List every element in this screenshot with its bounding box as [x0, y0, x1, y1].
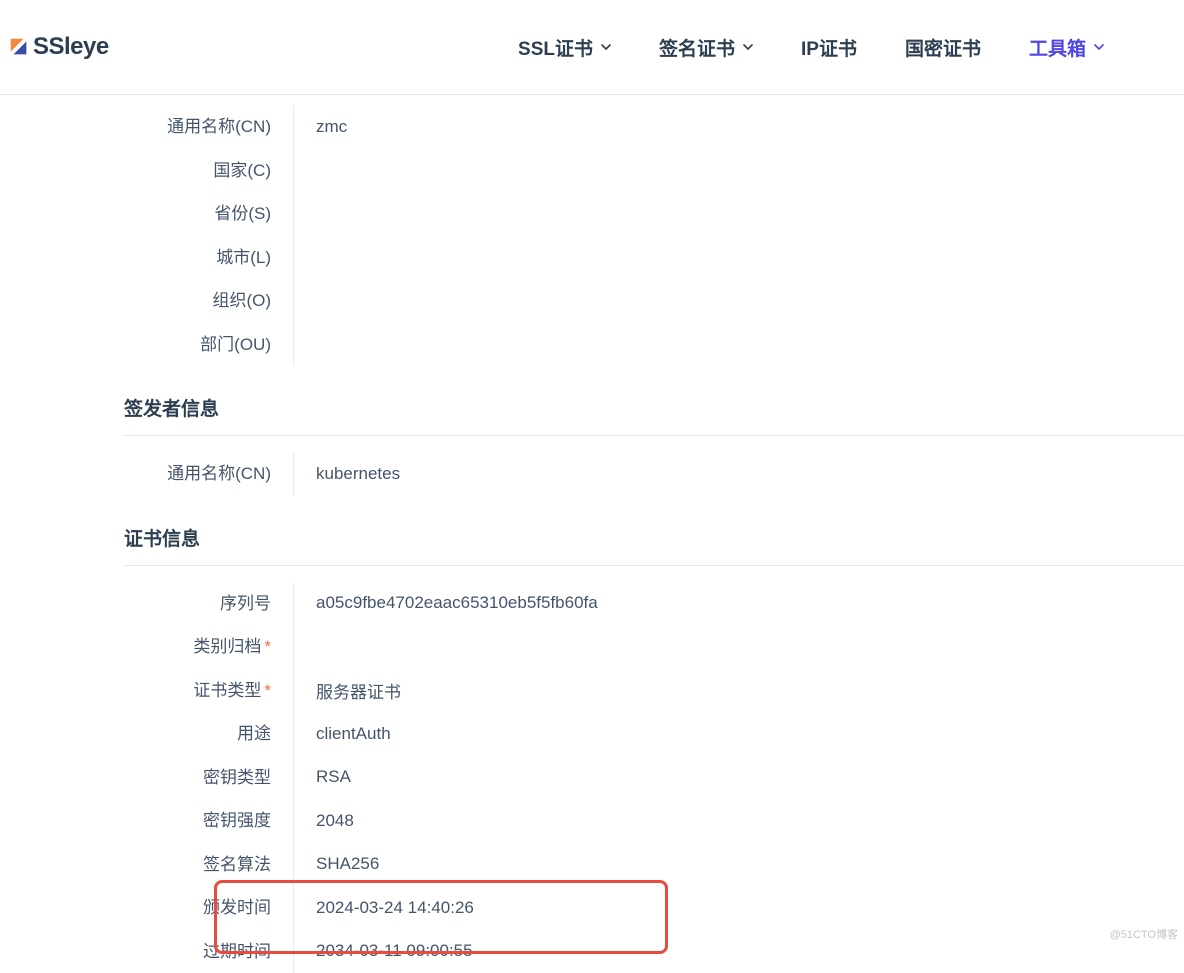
- field-label: 类别归档*: [124, 625, 294, 669]
- field-value: 2034-03-11 09:00:55: [294, 941, 473, 961]
- issuer-section-title: 签发者信息: [124, 366, 1184, 436]
- field-row-ou: 部门(OU): [124, 323, 1184, 367]
- field-row-cert-type: 证书类型* 服务器证书: [124, 669, 1184, 713]
- nav-gm-cert[interactable]: 国密证书: [905, 34, 981, 61]
- field-value: kubernetes: [294, 464, 400, 484]
- brand-text: SSleye: [33, 33, 109, 61]
- watermark: @51CTO博客: [1110, 926, 1178, 942]
- header: SSleye SSL证书 签名证书 IP证书 国密证书 工具箱: [0, 0, 1184, 95]
- field-row-sig-alg: 签名算法 SHA256: [124, 843, 1184, 887]
- field-label: 国家(C): [124, 149, 294, 193]
- field-row-usage: 用途 clientAuth: [124, 712, 1184, 756]
- nav-label: 工具箱: [1029, 34, 1086, 61]
- field-row-issue-time: 颁发时间 2024-03-24 14:40:26: [124, 886, 1184, 930]
- field-label: 部门(OU): [124, 323, 294, 367]
- field-row-issuer-cn: 通用名称(CN) kubernetes: [124, 452, 1184, 496]
- field-value: 2048: [294, 811, 354, 831]
- certinfo-section: 序列号 a05c9fbe4702eaac65310eb5f5fb60fa 类别归…: [124, 582, 1184, 973]
- field-row-key-strength: 密钥强度 2048: [124, 799, 1184, 843]
- field-label: 通用名称(CN): [124, 452, 294, 496]
- field-label: 过期时间: [124, 930, 294, 973]
- nav-label: IP证书: [801, 34, 857, 61]
- field-value: a05c9fbe4702eaac65310eb5f5fb60fa: [294, 593, 598, 613]
- field-value: zmc: [294, 117, 347, 137]
- field-row-expire-time: 过期时间 2034-03-11 09:00:55: [124, 930, 1184, 973]
- field-value: 服务器证书: [294, 678, 401, 703]
- field-label: 序列号: [124, 582, 294, 626]
- subject-section: 通用名称(CN) zmc 国家(C) 省份(S) 城市(L) 组织(O) 部门(…: [124, 105, 1184, 366]
- field-row-cn: 通用名称(CN) zmc: [124, 105, 1184, 149]
- field-value: RSA: [294, 767, 351, 787]
- field-label: 密钥强度: [124, 799, 294, 843]
- field-row-state: 省份(S): [124, 192, 1184, 236]
- nav-toolbox[interactable]: 工具箱: [1029, 34, 1104, 61]
- nav-ssl-cert[interactable]: SSL证书: [518, 34, 611, 61]
- field-row-org: 组织(O): [124, 279, 1184, 323]
- field-label: 密钥类型: [124, 756, 294, 800]
- field-label: 省份(S): [124, 192, 294, 236]
- logo-icon: [8, 36, 30, 58]
- nav-sign-cert[interactable]: 签名证书: [659, 34, 753, 61]
- nav-label: 国密证书: [905, 34, 981, 61]
- chevron-down-icon: [601, 44, 611, 50]
- field-row-country: 国家(C): [124, 149, 1184, 193]
- field-label: 用途: [124, 712, 294, 756]
- chevron-down-icon: [1094, 44, 1104, 50]
- issuer-section: 通用名称(CN) kubernetes: [124, 452, 1184, 496]
- field-row-city: 城市(L): [124, 236, 1184, 280]
- field-label: 组织(O): [124, 279, 294, 323]
- field-row-category: 类别归档*: [124, 625, 1184, 669]
- nav-ip-cert[interactable]: IP证书: [801, 34, 857, 61]
- content: 通用名称(CN) zmc 国家(C) 省份(S) 城市(L) 组织(O) 部门(…: [0, 95, 1184, 973]
- validity-highlight: 颁发时间 2024-03-24 14:40:26 过期时间 2034-03-11…: [124, 886, 1184, 973]
- chevron-down-icon: [743, 44, 753, 50]
- field-value: SHA256: [294, 854, 379, 874]
- field-label: 证书类型*: [124, 669, 294, 713]
- nav-label: 签名证书: [659, 34, 735, 61]
- field-label: 城市(L): [124, 236, 294, 280]
- field-value: 2024-03-24 14:40:26: [294, 898, 474, 918]
- field-label: 颁发时间: [124, 886, 294, 930]
- field-label: 签名算法: [124, 843, 294, 887]
- field-row-key-type: 密钥类型 RSA: [124, 756, 1184, 800]
- field-value: clientAuth: [294, 724, 391, 744]
- field-label: 通用名称(CN): [124, 105, 294, 149]
- nav-label: SSL证书: [518, 34, 593, 61]
- certinfo-section-title: 证书信息: [124, 496, 1184, 566]
- field-row-serial: 序列号 a05c9fbe4702eaac65310eb5f5fb60fa: [124, 582, 1184, 626]
- top-nav: SSL证书 签名证书 IP证书 国密证书 工具箱: [518, 34, 1184, 61]
- logo[interactable]: SSleye: [8, 33, 109, 61]
